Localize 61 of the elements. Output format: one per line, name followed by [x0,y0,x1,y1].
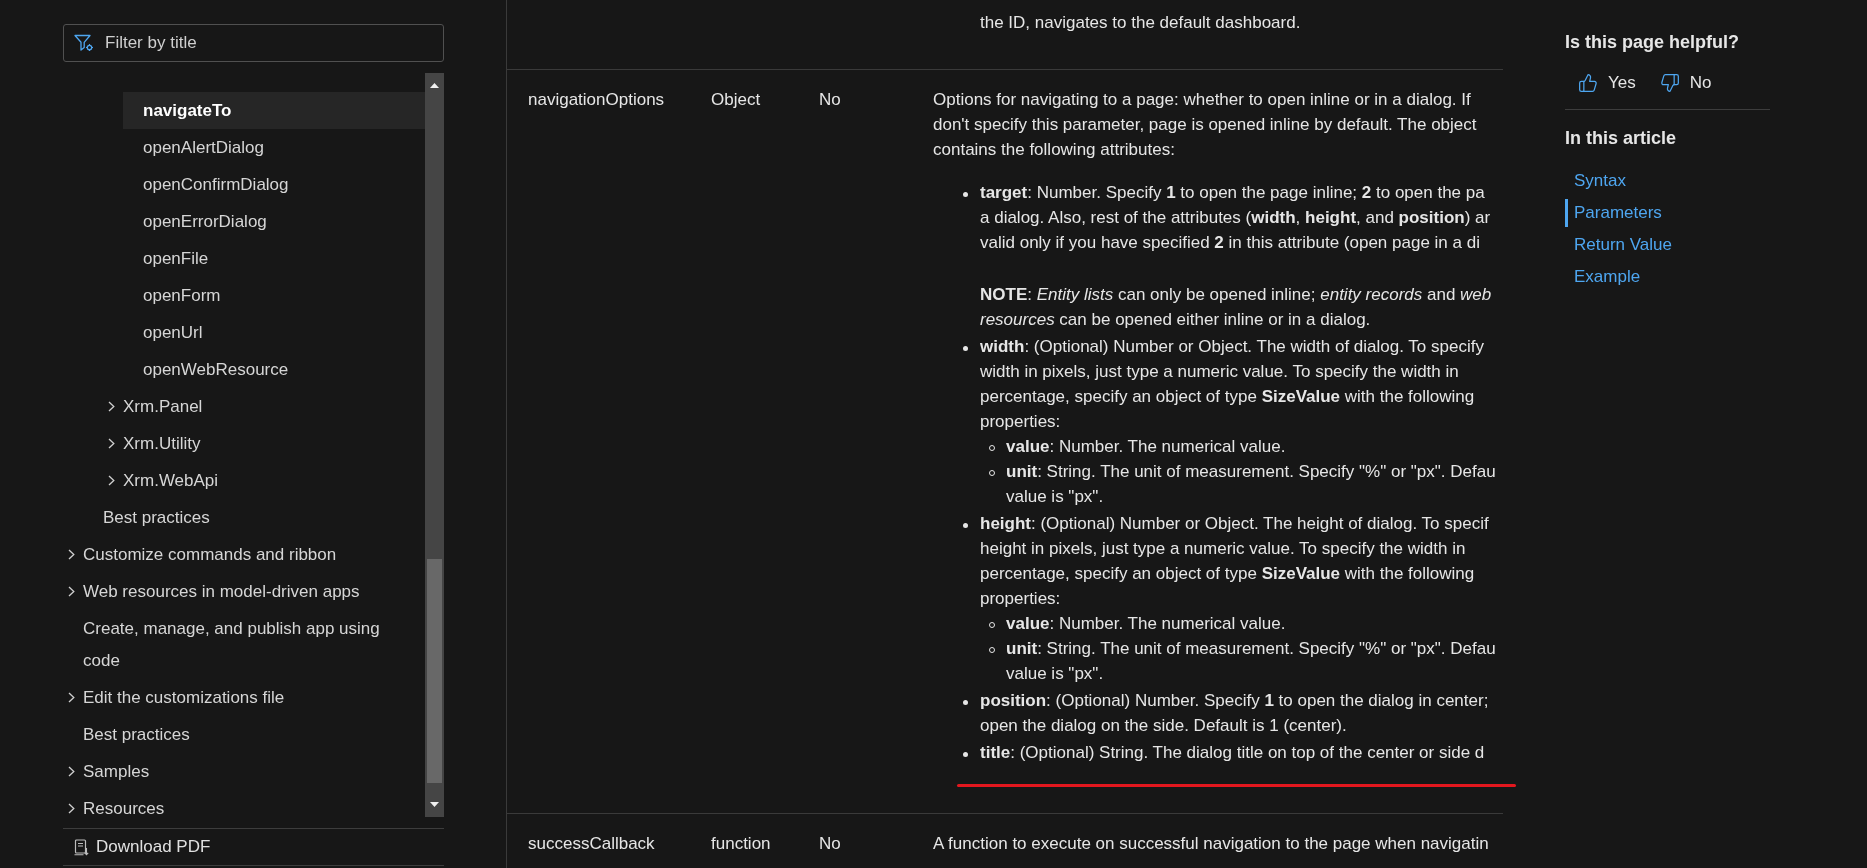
bullet-icon [963,523,968,528]
required-value: No [819,834,841,853]
feedback-heading: Is this page helpful? [1565,31,1740,54]
tree-item[interactable]: openWebResource [123,351,425,388]
parameter-type: function [711,834,771,853]
document-download-icon [74,838,89,856]
parameter-name: navigationOptions [528,90,665,109]
tree-item[interactable]: openFile [123,240,425,277]
bullet-icon [963,192,968,197]
tree-item[interactable]: Best practices [63,716,425,753]
feedback-button[interactable]: No [1659,70,1712,96]
scrollbar[interactable] [425,73,444,817]
tree-item[interactable]: Xrm.WebApi [103,462,425,499]
tree-item[interactable]: openUrl [123,314,425,351]
tree-item[interactable]: openAlertDialog [123,129,425,166]
description-text: A function to execute on successful navigation to the page when navigatin [933,833,1490,855]
bullet-icon [963,346,968,351]
required-value: No [819,90,841,109]
toc-link[interactable]: Syntax [1565,167,1626,195]
toc-heading: In this article [1565,127,1678,150]
bullet-icon [963,700,968,705]
description-text: title: (Optional) String. The dialog title on top of the center or side d [980,742,1485,764]
tree-item[interactable]: openForm [123,277,425,314]
filter-icon [74,34,94,52]
feedback-button[interactable]: Yes [1578,70,1636,96]
tree-item[interactable]: Samples [63,753,425,790]
tree-item[interactable]: openErrorDialog [123,203,425,240]
tree-item[interactable]: Xrm.Utility [103,425,425,462]
scroll-down-arrow-icon[interactable] [430,802,439,807]
download-pdf-button[interactable]: Download PDF [74,834,211,860]
description-text: target: Number. Specify 1 to open the page inline; 2 to open the pa a dialog. Also, rest of the attributes (width, height, and position) ar valid only if you have specified 2 in this attribute (open page in a di [980,182,1492,254]
description-text: height: (Optional) Number or Object. The height of dialog. To specif height in pixels, just type a numeric value. To specify the width in percentage, specify an object of type SizeValue with the following properties: [980,513,1490,610]
tree-item[interactable]: navigateTo [123,92,425,129]
bullet-icon [963,752,968,757]
description-text: value: Number. The numerical value. [1006,613,1286,635]
scrollbar-thumb[interactable] [427,559,442,783]
tree-item[interactable]: Create, manage, and publish app using code [63,610,425,679]
description-text: position: (Optional) Number. Specify 1 to open the dialog in center; open the dialog on the side. Default is 1 (center). [980,690,1489,737]
description-text: value: Number. The numerical value. [1006,436,1286,458]
parameter-type: Object [711,90,761,109]
thumbs-up-icon [1578,73,1598,93]
description-text: unit: String. The unit of measurement. Specify "%" or "px". Defau value is "px". [1006,461,1496,508]
tree-item[interactable]: Xrm.Panel [103,388,425,425]
tree-item[interactable]: openConfirmDialog [123,166,425,203]
tree-item[interactable]: Resources [63,790,425,827]
toc-link[interactable]: Example [1565,263,1641,291]
tree-item[interactable]: Customize commands and ribbon [63,536,425,573]
description-text: Options for navigating to a page: whether to open inline or in a dialog. If don't specify this parameter, page is opened inline by default. The object contains the following attributes: [933,89,1478,161]
toc-link[interactable]: Parameters [1565,199,1662,227]
scroll-up-arrow-icon[interactable] [430,83,439,88]
description-text: width: (Optional) Number or Object. The width of dialog. To specify width in pixels, just type a numeric value. To specify the width in percentage, specify an object of type SizeValue with the following properties: [980,336,1485,433]
tree-item[interactable]: Edit the customizations file [63,679,425,716]
description-text: NOTE: Entity lists can only be opened inline; entity records and web resources can be opened either inline or in a dialog. [980,284,1492,331]
thumbs-down-icon [1659,73,1680,93]
tree-item[interactable]: Best practices [83,499,425,536]
toc-link[interactable]: Return Value [1565,231,1672,259]
tree-item[interactable]: Web resources in model-driven apps [63,573,425,610]
description-text: unit: String. The unit of measurement. Specify "%" or "px". Defau value is "px". [1006,638,1496,685]
filter-field[interactable]: Filter by title [63,24,444,62]
parameter-name: successCallback [528,834,655,853]
description-text: the ID, navigates to the default dashboard. [980,12,1302,34]
